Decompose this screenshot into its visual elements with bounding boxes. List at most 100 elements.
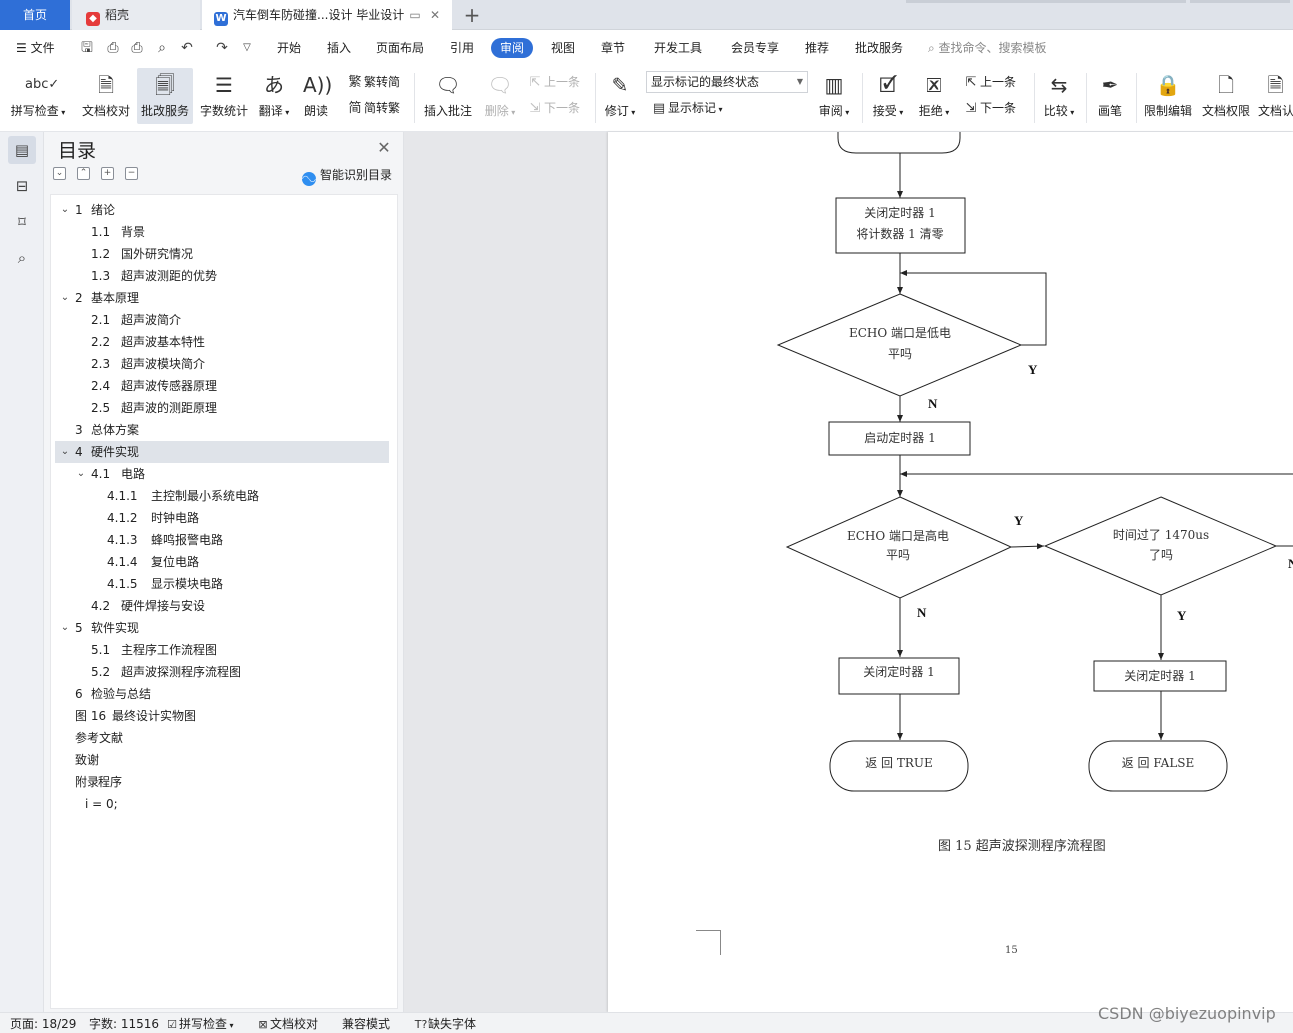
chevron-down-icon[interactable]: ⌄ (75, 463, 87, 485)
toc-item[interactable]: 4.1.3 蜂鸣报警电路 (55, 529, 389, 551)
toc-item[interactable]: 1.2 国外研究情况 (55, 243, 389, 265)
doc-proof-button[interactable]: 🗎 文档校对 (78, 68, 134, 124)
smart-toc-button[interactable]: ◠◡ 智能识别目录 (302, 166, 392, 186)
review-pane-button[interactable]: ▥ 审阅 ▾ (814, 68, 854, 124)
collapse-all-icon[interactable]: ⌄ (53, 167, 66, 180)
toc-item[interactable]: ⌄ 4 硬件实现 (55, 441, 389, 463)
read-aloud-button[interactable]: A)) 朗读 (298, 68, 334, 124)
translate-button[interactable]: あ 翻译 ▾ (254, 68, 294, 124)
toc-item[interactable]: 5.1 主程序工作流程图 (55, 639, 389, 661)
review-service-button[interactable]: 🗐 批改服务 (137, 68, 193, 124)
toc-item[interactable]: 6 检验与总结 (55, 683, 389, 705)
missing-font[interactable]: T?缺失字体 (414, 1016, 476, 1032)
doc-permission-button[interactable]: 🗋 文档权限 (1198, 68, 1254, 124)
menu-view[interactable]: 视图 (551, 38, 575, 58)
accept-change-button[interactable]: 🗹 接受 ▾ (868, 68, 908, 124)
menu-insert[interactable]: 插入 (327, 38, 351, 58)
next-change-button[interactable]: ⇲ 下一条 (962, 98, 1016, 118)
close-icon[interactable]: ✕ (376, 138, 392, 157)
toc-item[interactable]: i = 0; (55, 793, 389, 815)
command-search[interactable]: ⌕ 查找命令、搜索模板 (928, 38, 1047, 58)
toc-item[interactable]: 2.2 超声波基本特性 (55, 331, 389, 353)
prev-comment-button[interactable]: ⇱ 上一条 (526, 72, 580, 92)
menu-page-layout[interactable]: 页面布局 (376, 38, 424, 58)
tab-daoke[interactable]: ◆ 稻壳 (72, 0, 200, 30)
simp-to-trad-button[interactable]: 简简转繁 (346, 98, 400, 118)
spell-check-button[interactable]: abc✓ 拼写检查 ▾ (6, 68, 70, 124)
expand-up-icon[interactable]: ⌃ (77, 167, 90, 180)
compare-button[interactable]: ⇆ 比较 ▾ (1038, 68, 1080, 124)
bookmark-icon[interactable]: ⌑ (8, 208, 36, 236)
toc-item[interactable]: 图 16 最终设计实物图 (55, 705, 389, 727)
menu-chapter[interactable]: 章节 (601, 38, 625, 58)
undo-icon[interactable]: ↶ (178, 39, 196, 57)
track-changes-button[interactable]: ✎ 修订 ▾ (600, 68, 640, 124)
new-tab-button[interactable]: + (460, 0, 484, 30)
add-level-icon[interactable]: + (101, 167, 114, 180)
word-count-indicator[interactable]: 字数: 11516 (89, 1016, 159, 1032)
export-pdf-icon[interactable]: ⎙ (104, 39, 122, 57)
word-count-button[interactable]: ☰ 字数统计 (196, 68, 252, 124)
page-indicator[interactable]: 页面: 18/29 (10, 1016, 76, 1032)
prev-change-button[interactable]: ⇱ 上一条 (962, 72, 1016, 92)
insert-comment-button[interactable]: 🗨 插入批注 (420, 68, 476, 124)
menu-references[interactable]: 引用 (450, 38, 474, 58)
print-preview-icon[interactable]: ⌕ (153, 39, 171, 57)
toc-item[interactable]: ⌄ 2 基本原理 (55, 287, 389, 309)
menu-recommend[interactable]: 推荐 (805, 38, 829, 58)
restrict-edit-button[interactable]: 🔒 限制编辑 (1140, 68, 1196, 124)
next-comment-button[interactable]: ⇲ 下一条 (526, 98, 580, 118)
menu-developer[interactable]: 开发工具 (654, 38, 702, 58)
status-doc-proof[interactable]: ⊠ 文档校对 (256, 1016, 318, 1032)
toc-item[interactable]: ⌄ 1 绪论 (55, 199, 389, 221)
reject-change-button[interactable]: 🗷 拒绝 ▾ (914, 68, 954, 124)
menu-correction-service[interactable]: 批改服务 (855, 38, 903, 58)
redo-icon[interactable]: ↷ (213, 39, 231, 57)
tab-home[interactable]: 首页 (0, 0, 70, 30)
customize-toolbar-icon[interactable]: ▽ (238, 39, 256, 57)
trad-to-simp-button[interactable]: 繁繁转简 (346, 72, 400, 92)
save-icon[interactable]: 🖫 (78, 39, 96, 57)
pen-button[interactable]: ✒ 画笔 (1090, 68, 1130, 124)
toc-item[interactable]: 参考文献 (55, 727, 389, 749)
toc-pane-icon[interactable]: ▤ (8, 136, 36, 164)
show-markup-button[interactable]: ▤ 显示标记 ▾ (650, 98, 723, 118)
search-icon[interactable]: ⌕ (8, 244, 36, 272)
chapter-nav-icon[interactable]: ⊟ (8, 172, 36, 200)
close-tab-icon[interactable]: ✕ (428, 8, 442, 22)
toc-item[interactable]: 致谢 (55, 749, 389, 771)
menu-review[interactable]: 审阅 (491, 38, 534, 58)
menu-member[interactable]: 会员专享 (731, 38, 779, 58)
markup-state-select[interactable]: 显示标记的最终状态 ▼ (646, 71, 808, 93)
chevron-down-icon[interactable]: ⌄ (59, 287, 71, 309)
delete-comment-button[interactable]: 🗨 删除 ▾ (480, 68, 520, 124)
toc-item[interactable]: 2.4 超声波传感器原理 (55, 375, 389, 397)
window-restore-icon[interactable]: ▭ (408, 8, 422, 22)
toc-item[interactable]: 附录 程序 (55, 771, 389, 793)
toc-item[interactable]: 4.1.1 主控制最小系统电路 (55, 485, 389, 507)
remove-level-icon[interactable]: − (125, 167, 138, 180)
toc-item[interactable]: 4.1.2 时钟电路 (55, 507, 389, 529)
chevron-down-icon[interactable]: ⌄ (59, 441, 71, 463)
toc-item[interactable]: 2.1 超声波简介 (55, 309, 389, 331)
toc-item[interactable]: 2.3 超声波模块简介 (55, 353, 389, 375)
toc-item[interactable]: 3 总体方案 (55, 419, 389, 441)
toc-item[interactable]: 1.3 超声波测距的优势 (55, 265, 389, 287)
tab-document[interactable]: W 汽车倒车防碰撞...设计 毕业设计 ▭ ✕ (202, 0, 452, 30)
document-page[interactable]: 关闭定时器 1 将计数器 1 清零 ECHO 端口是低电 平吗 Y N 启动定时… (608, 132, 1293, 1012)
menu-file[interactable]: ☰ 文件 (16, 38, 55, 58)
toc-item[interactable]: 4.1.4 复位电路 (55, 551, 389, 573)
status-spell-check[interactable]: ☑ 拼写检查 ▾ (165, 1016, 234, 1032)
toc-item[interactable]: 5.2 超声波探测程序流程图 (55, 661, 389, 683)
toc-item[interactable]: 1.1 背景 (55, 221, 389, 243)
toc-item[interactable]: 2.5 超声波的测距原理 (55, 397, 389, 419)
chevron-down-icon[interactable]: ⌄ (59, 617, 71, 639)
chevron-down-icon[interactable]: ⌄ (59, 199, 71, 221)
toc-item[interactable]: ⌄ 4.1 电路 (55, 463, 389, 485)
toc-item[interactable]: 4.1.5 显示模块电路 (55, 573, 389, 595)
doc-cert-button[interactable]: 🗎 文档认 (1258, 68, 1293, 124)
toc-item[interactable]: ⌄ 5 软件实现 (55, 617, 389, 639)
print-icon[interactable]: ⎙ (128, 39, 146, 57)
menu-start[interactable]: 开始 (277, 38, 301, 58)
toc-item[interactable]: 4.2 硬件焊接与安设 (55, 595, 389, 617)
